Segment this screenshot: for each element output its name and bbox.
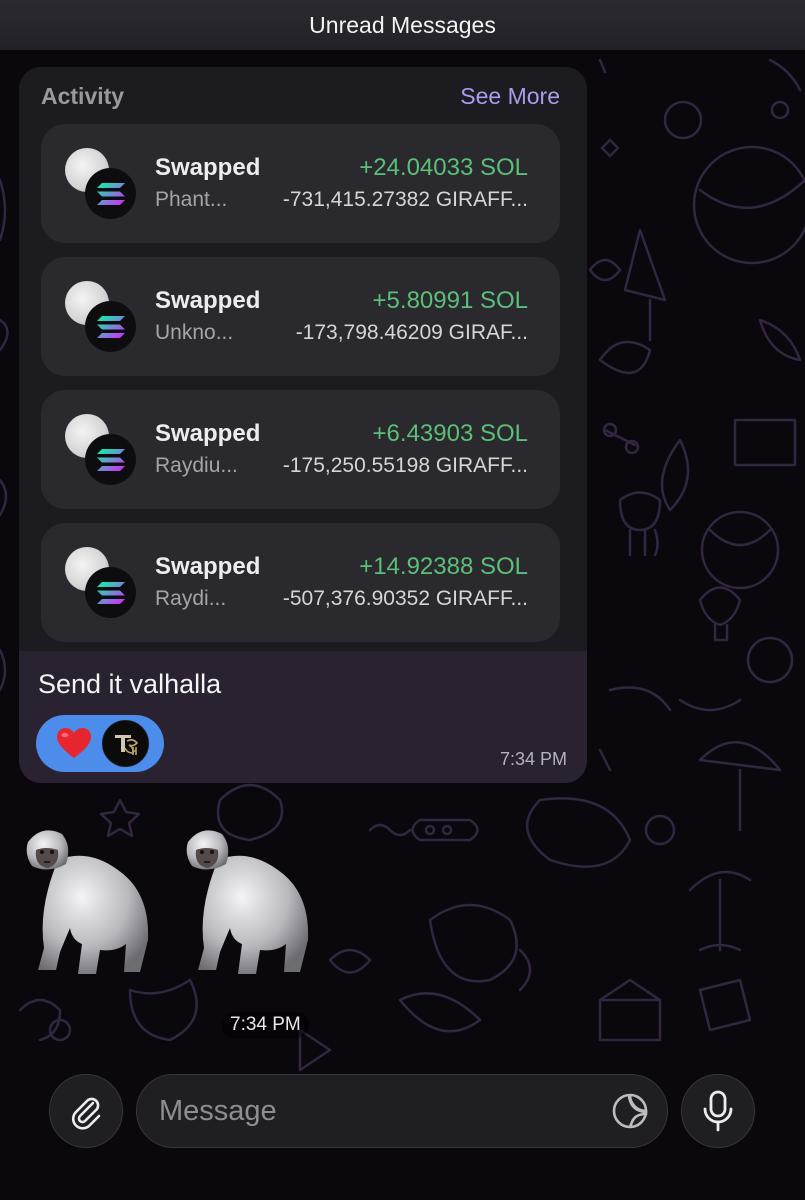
tx-amount: +6.43903 SOL	[372, 420, 528, 447]
tx-type: Swapped	[155, 154, 261, 181]
activity-item[interactable]: Swapped +14.92388 SOL Raydi... -507,376.…	[41, 523, 560, 642]
paperclip-icon	[71, 1097, 101, 1130]
tx-amount: +24.04033 SOL	[359, 154, 528, 181]
tx-source: Raydiu...	[155, 454, 238, 477]
message-bubble[interactable]: Activity See More Swapped +24.04033 SOL …	[19, 67, 587, 783]
voice-message-button[interactable]	[681, 1074, 755, 1148]
reaction-chip[interactable]	[36, 715, 164, 772]
swap-token-icon	[65, 281, 137, 353]
activity-title: Activity	[41, 83, 125, 109]
tx-source: Raydi...	[155, 587, 227, 610]
user-avatar-icon	[102, 720, 149, 767]
microphone-icon	[703, 1090, 733, 1132]
tx-token-delta: -507,376.90352 GIRAFF...	[282, 587, 528, 610]
gorilla-emoji-icon	[26, 830, 149, 974]
tx-type: Swapped	[155, 287, 261, 314]
tx-source: Phant...	[155, 188, 228, 211]
gorilla-emoji-icon	[186, 830, 309, 974]
unread-messages-divider: Unread Messages	[0, 0, 805, 50]
swap-token-icon	[65, 414, 137, 486]
chat-screen: Unread Messages Activity See More Swappe…	[0, 0, 805, 1200]
activity-card: Activity See More Swapped +24.04033 SOL …	[19, 67, 587, 651]
unread-messages-label: Unread Messages	[309, 11, 496, 38]
tx-token-delta: -175,250.55198 GIRAFF...	[282, 454, 528, 477]
tx-type: Swapped	[155, 420, 261, 447]
tx-amount: +5.80991 SOL	[372, 287, 528, 314]
solana-icon	[96, 448, 125, 471]
tx-amount: +14.92388 SOL	[359, 553, 528, 580]
tx-source: Unkno...	[155, 321, 234, 344]
sticker-icon[interactable]	[611, 1092, 649, 1130]
solana-icon	[96, 315, 125, 338]
message-timestamp: 7:34 PM	[499, 749, 567, 769]
message-input[interactable]	[159, 1075, 599, 1147]
heart-emoji-icon	[57, 728, 91, 758]
tx-type: Swapped	[155, 553, 261, 580]
tx-token-delta: -173,798.46209 GIRAF...	[295, 321, 528, 344]
solana-icon	[96, 182, 125, 205]
activity-item[interactable]: Swapped +6.43903 SOL Raydiu... -175,250.…	[41, 390, 560, 509]
solana-icon	[96, 581, 125, 604]
message-input-field[interactable]	[136, 1074, 668, 1148]
activity-item[interactable]: Swapped +24.04033 SOL Phant... -731,415.…	[41, 124, 560, 243]
sticker-message[interactable]	[10, 820, 340, 980]
swap-token-icon	[65, 547, 137, 619]
activity-item[interactable]: Swapped +5.80991 SOL Unkno... -173,798.4…	[41, 257, 560, 376]
attach-button[interactable]	[49, 1074, 123, 1148]
message-text: Send it valhalla	[38, 669, 222, 699]
sticker-timestamp: 7:34 PM	[222, 1012, 309, 1038]
swap-token-icon	[65, 148, 137, 220]
tx-token-delta: -731,415.27382 GIRAFF...	[282, 188, 528, 211]
see-more-link[interactable]: See More	[460, 83, 560, 110]
